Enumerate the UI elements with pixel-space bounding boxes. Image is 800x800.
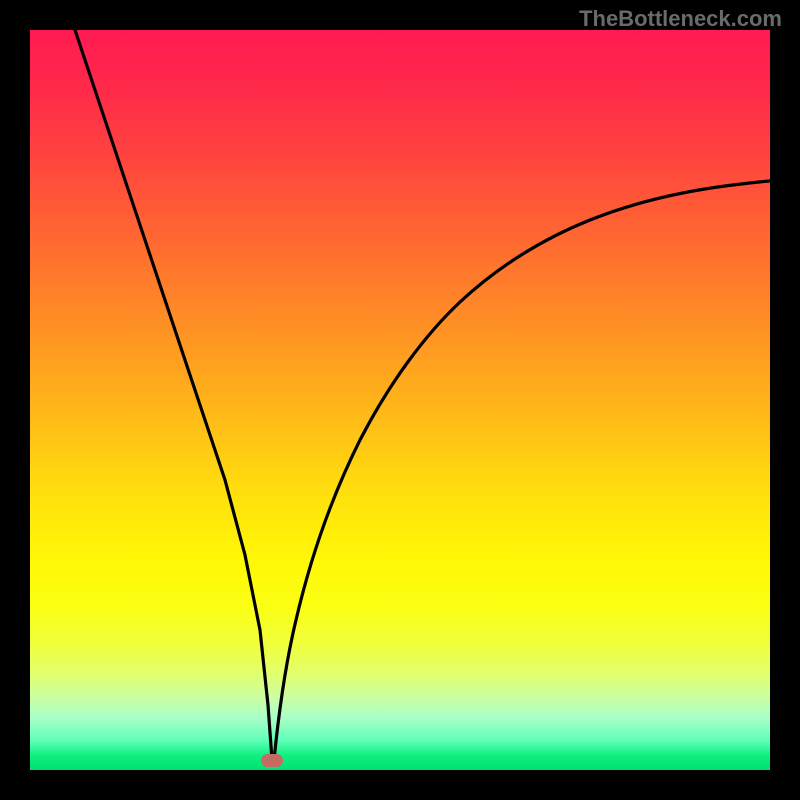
optimum-marker	[261, 754, 283, 767]
watermark-text: TheBottleneck.com	[579, 6, 782, 32]
bottleneck-curve	[30, 30, 770, 770]
chart-plot-area	[30, 30, 770, 770]
curve-left-branch	[75, 30, 272, 760]
curve-right-branch	[274, 181, 770, 760]
